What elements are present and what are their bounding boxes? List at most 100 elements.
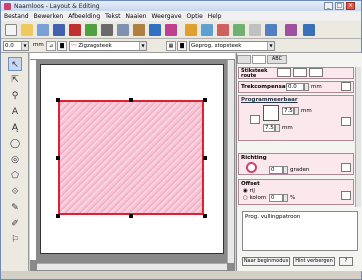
zoom-icon[interactable]: ⚲ [8,89,22,103]
import-icon[interactable] [37,24,49,36]
small-text-icon[interactable]: Ą [8,121,22,135]
unit-label: mm [33,42,44,48]
app-window: Naamloos - Layout & Editing _ □ × Bestan… [0,0,362,280]
menu-naaien[interactable]: Naaien [125,13,146,20]
selection-handle[interactable] [203,156,207,160]
minimize-button[interactable]: _ [324,2,333,10]
close-button[interactable]: × [346,2,355,10]
point-edit-icon[interactable]: ⇱ [8,73,22,87]
menu-optie[interactable]: Optie [187,13,203,20]
vertical-scrollbar[interactable] [227,60,234,263]
sewing-tool-icon[interactable]: ✎ [8,201,22,215]
menu-afbeelding[interactable]: Afbeelding [68,13,100,20]
menu-bar: Bestand Bewerken Afbeelding Tekst Naaien… [1,11,361,21]
compensation-spinner[interactable] [304,83,309,91]
selection-handle[interactable] [56,214,60,218]
selection-handle[interactable] [129,98,133,102]
hoop-icon[interactable] [233,24,245,36]
selection-handle[interactable] [56,156,60,160]
selection-handle[interactable] [56,98,60,102]
line-sew-button[interactable]: ⊿ [46,41,56,51]
text-tool-icon[interactable]: A [8,105,22,119]
undo-icon[interactable] [85,24,97,36]
pattern-height-spinner[interactable] [275,124,280,132]
selection-handle[interactable] [203,214,207,218]
help-icon[interactable]: ? [339,257,353,266]
region-stitch-select[interactable]: Geprog. stopsteek ▼ [189,41,275,51]
offset-input[interactable]: 0 [269,194,283,202]
rotate-icon[interactable] [165,24,177,36]
pattern-height-input[interactable]: 7.5 [263,124,275,132]
preview-icon[interactable] [201,24,213,36]
pattern-preview [263,105,279,121]
pattern-select-icon[interactable] [250,115,260,124]
line-stitch-select[interactable]: 〰 Zigzagsteek ▼ [69,41,147,51]
transfer-icon[interactable] [149,24,161,36]
write-card-icon[interactable] [303,24,315,36]
region-sew-button[interactable]: ▦ [166,41,176,51]
copy-icon[interactable] [117,24,129,36]
polygon-tool-icon[interactable]: ⬠ [8,169,22,183]
palette-icon[interactable] [285,24,297,36]
open-folder-icon[interactable] [21,24,33,36]
direction-input[interactable]: 0 [269,166,283,174]
offset-radio-row[interactable]: ◉ rij [243,188,255,194]
panel-scrollbar[interactable] [355,67,361,207]
start-mode-button[interactable]: Naar beginmodus [242,257,290,266]
menu-bestand[interactable]: Bestand [4,13,29,20]
cut-icon[interactable] [101,24,113,36]
tab-line[interactable] [237,55,251,64]
shape-tool-icon[interactable]: ◯ [8,137,22,151]
measure-tool-icon[interactable]: ✐ [8,217,22,231]
compensation-unit: mm [311,84,322,90]
size-select[interactable]: 0.0 ▼ [3,41,29,51]
main-toolbar [1,21,361,39]
hint-textarea: Prog. vullingpatroon [242,211,358,251]
pattern-default-icon[interactable] [341,117,351,126]
maximize-button[interactable]: □ [335,2,344,10]
sewing-attributes-bar: 0.0 ▼ mm ⊿ ▇ 〰 Zigzagsteek ▼ ▦ ▇ Geprog. s… [1,39,361,53]
stamp-tool-icon[interactable]: ⟐ [8,185,22,199]
new-file-icon[interactable] [5,24,17,36]
offset-radio-column[interactable]: ○ kolom [243,195,266,201]
pattern-height-unit: mm [282,125,293,131]
realistic-view-icon[interactable] [217,24,229,36]
menu-bewerken[interactable]: Bewerken [34,13,64,20]
grid-icon[interactable] [249,24,261,36]
save-icon[interactable] [53,24,65,36]
route-option-2[interactable] [293,68,307,77]
app-icon [4,2,11,10]
hide-hint-button[interactable]: Hint verbergen [293,257,335,266]
offset-spinner[interactable] [283,194,288,202]
region-color-button[interactable]: ▇ [177,41,187,51]
horizontal-scrollbar[interactable] [37,263,227,270]
direction-spinner[interactable] [283,166,288,174]
selection-handle[interactable] [203,98,207,102]
direction-default-icon[interactable] [341,163,351,172]
offset-unit: % [290,195,296,201]
route-option-3[interactable] [309,68,323,77]
paste-icon[interactable] [133,24,145,36]
menu-tekst[interactable]: Tekst [105,13,120,20]
line-color-button[interactable]: ▇ [57,41,67,51]
selection-handle[interactable] [129,214,133,218]
tab-region[interactable] [252,55,266,64]
menu-weergave[interactable]: Weergave [151,13,181,20]
embroidery-fill-region[interactable] [58,100,204,215]
save-as-icon[interactable] [69,24,81,36]
compensation-default-icon[interactable] [341,82,351,91]
circle-tool-icon[interactable]: ◎ [8,153,22,167]
stitch-icon[interactable] [185,24,197,36]
pattern-width-input[interactable]: 7.5 [282,107,294,115]
pattern-width-spinner[interactable] [294,107,299,115]
direction-dial-icon[interactable] [246,162,257,173]
route-option-1[interactable] [277,68,291,77]
import-pattern-icon[interactable]: ⚐ [8,233,22,247]
design-center-icon[interactable] [265,24,277,36]
menu-help[interactable]: Help [208,13,222,20]
offset-default-icon[interactable] [341,191,351,200]
compensation-input[interactable]: 0.0 [286,83,304,91]
tab-text[interactable]: ABC [267,55,287,64]
select-arrow-icon[interactable]: ↖ [8,57,22,71]
title-bar: Naamloos - Layout & Editing _ □ × [1,1,361,11]
